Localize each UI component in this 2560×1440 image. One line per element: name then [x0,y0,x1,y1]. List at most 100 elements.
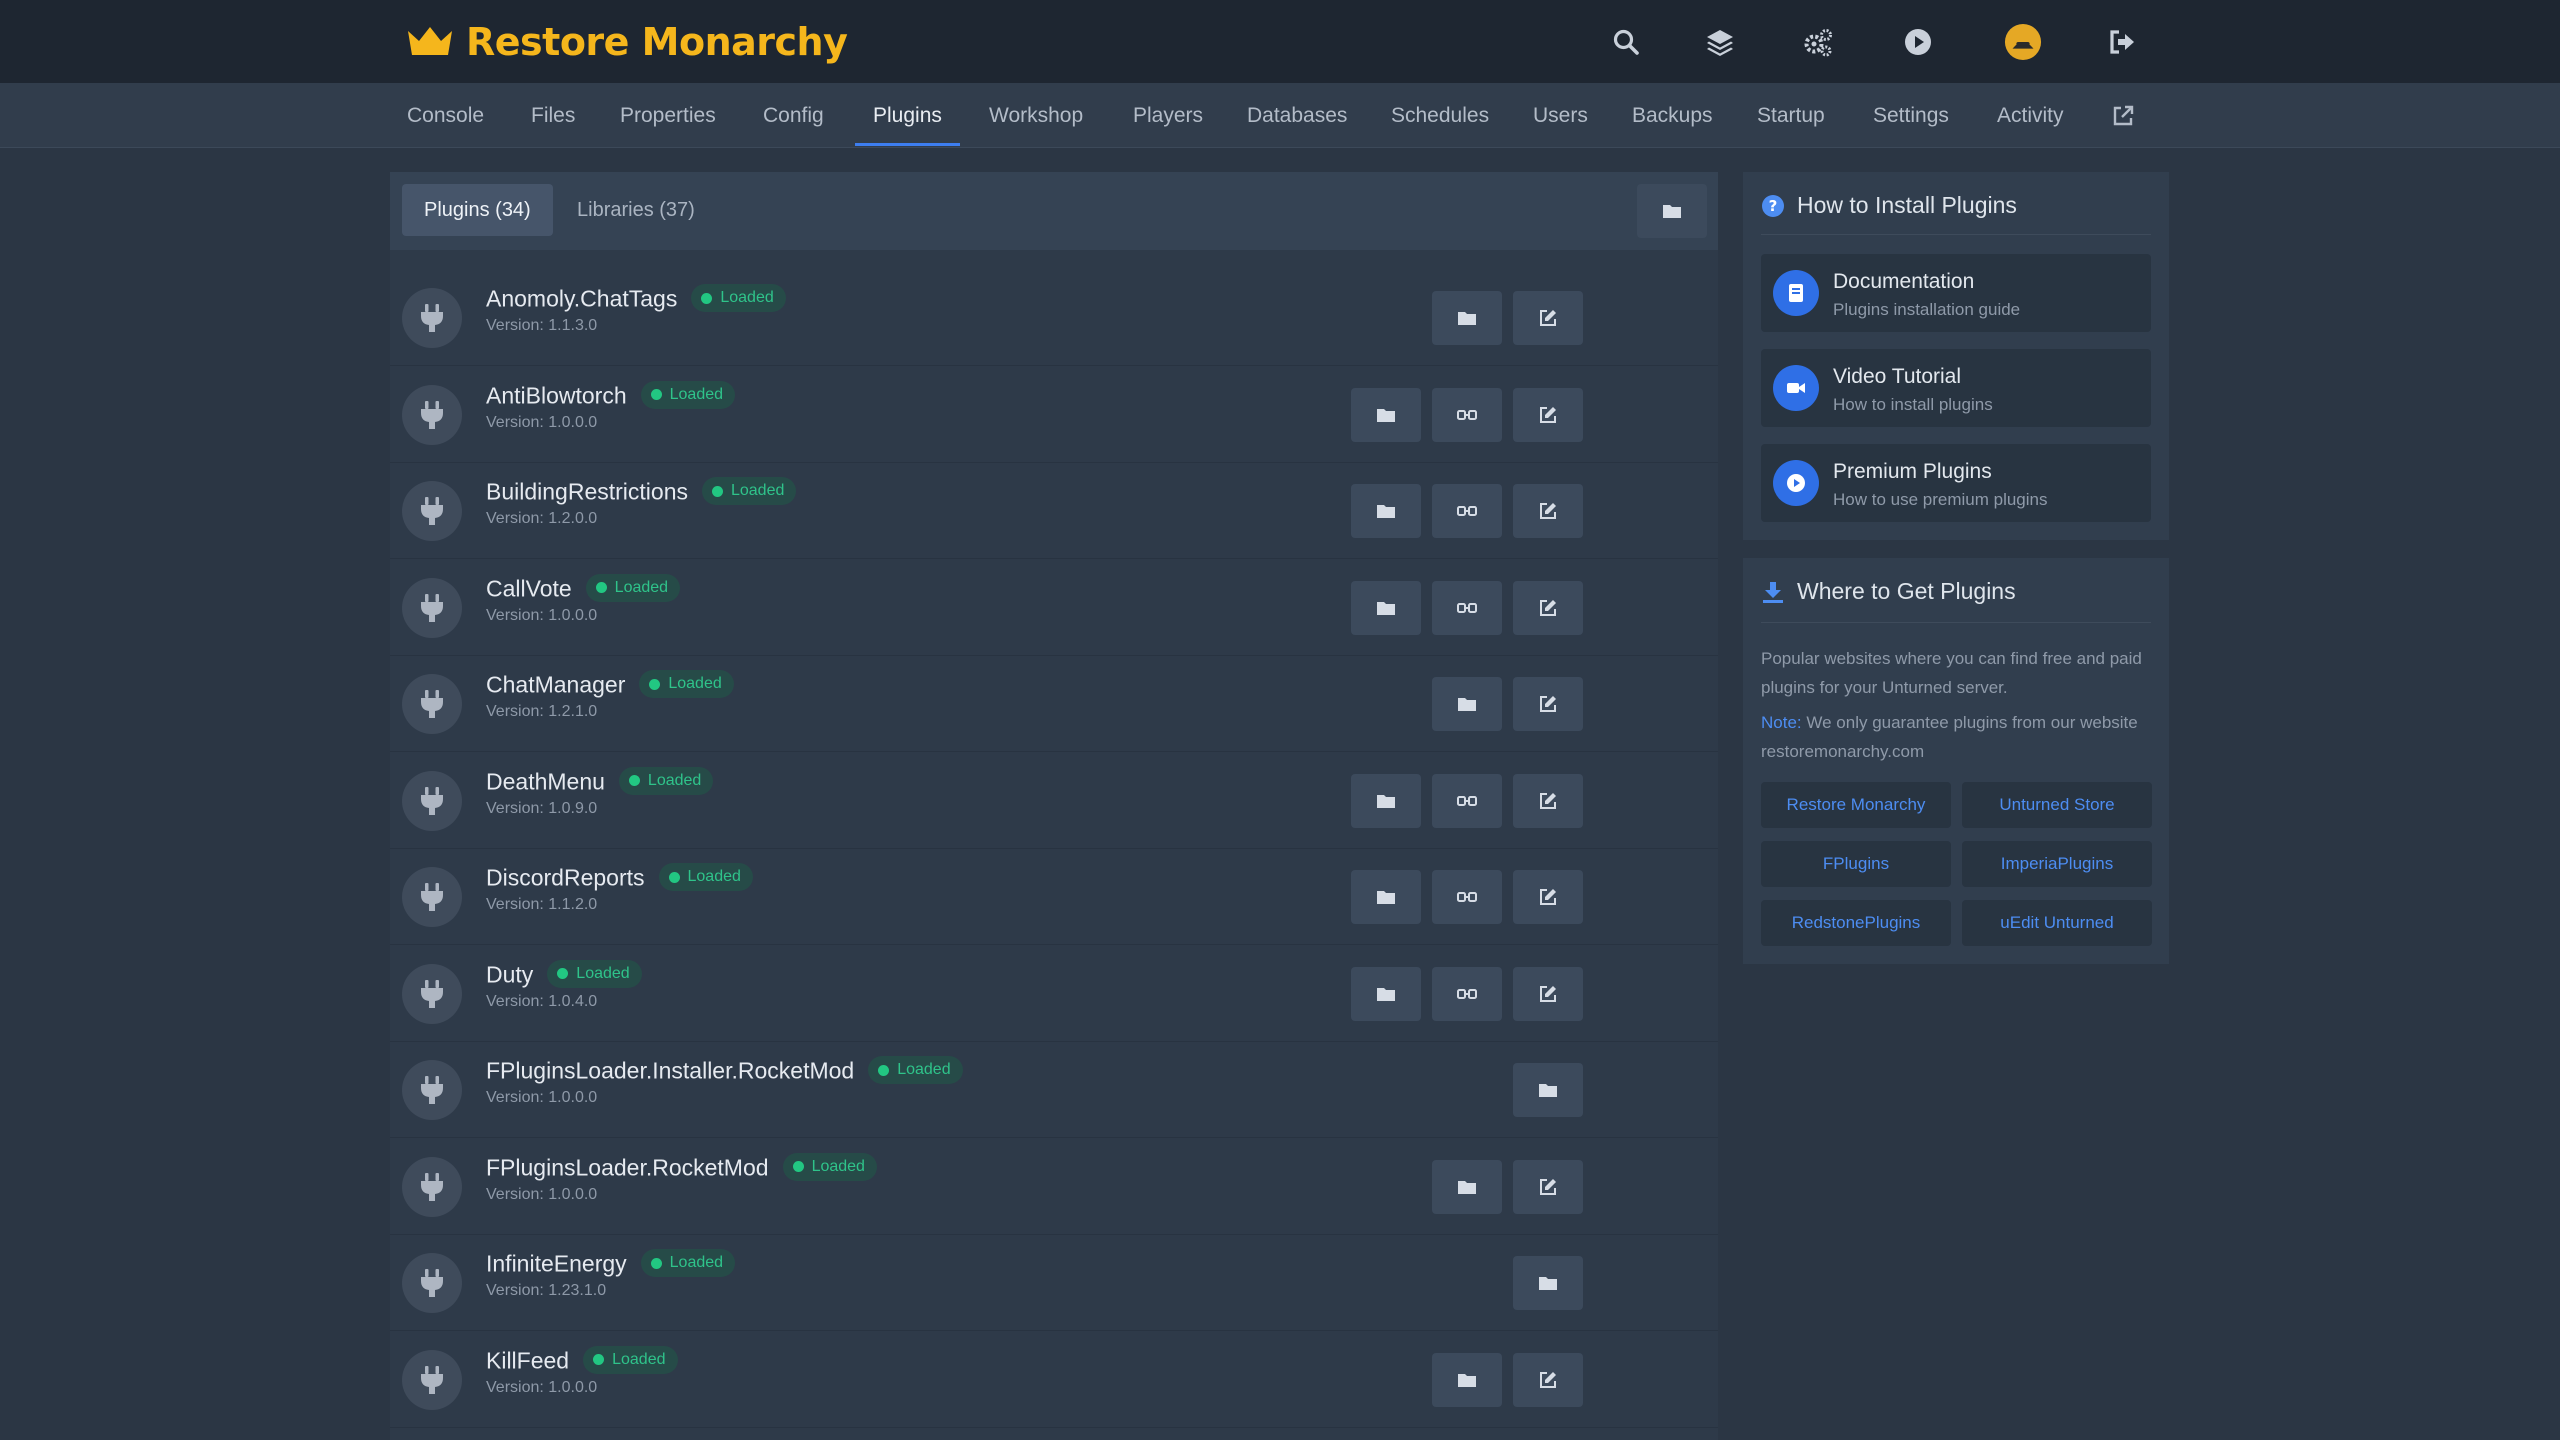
external-link-icon[interactable] [2111,104,2135,128]
nav-databases[interactable]: Databases [1247,83,1347,148]
status-badge: Loaded [618,766,714,795]
status-text: Loaded [811,1157,865,1175]
translation-button[interactable] [1432,484,1502,538]
open-plugins-folder-button[interactable] [1637,184,1707,238]
nav-config[interactable]: Config [763,83,824,148]
site-redstoneplugins-button[interactable]: RedstonePlugins [1761,900,1951,946]
status-badge: Loaded [658,863,753,891]
folder-icon [1539,1084,1557,1097]
folder-button[interactable] [1351,773,1421,828]
folder-button[interactable] [1432,291,1502,345]
folder-button[interactable] [1513,1256,1583,1310]
folder-button[interactable] [1351,484,1421,538]
plug-icon [402,288,462,348]
translation-button[interactable] [1432,966,1502,1021]
edit-button[interactable] [1513,1352,1583,1407]
edit-icon [1540,406,1556,423]
plugin-row: ChatManager Loaded Version: 1.2.1.0 [390,656,1718,752]
status-dot [593,1354,605,1365]
status-dot [595,582,607,593]
link-subtitle: How to install plugins [1833,395,1993,414]
folder-icon [1377,891,1395,904]
folder-button[interactable] [1351,870,1421,924]
edit-button[interactable] [1513,1159,1583,1214]
edit-button[interactable] [1513,484,1583,538]
site-restore-monarchy-button[interactable]: Restore Monarchy [1761,782,1951,828]
nav-plugins[interactable]: Plugins [873,83,942,148]
folder-button[interactable] [1513,1063,1583,1117]
plugin-name: FPluginsLoader.Installer.RocketMod Loaded [486,1056,963,1085]
edit-icon [1540,310,1556,326]
translation-button[interactable] [1432,580,1502,635]
nav-workshop[interactable]: Workshop [989,83,1083,148]
plugin-name-text: DeathMenu [486,768,605,794]
book-icon [1773,270,1819,316]
plug-icon [402,1156,462,1217]
nav-startup[interactable]: Startup [1757,83,1825,148]
avatar[interactable] [2003,22,2043,62]
translation-icon [1457,795,1477,806]
edit-button[interactable] [1513,870,1583,924]
plugin-version: Version: 1.0.0.0 [486,1378,598,1396]
folder-icon [1377,505,1395,518]
folder-button[interactable] [1351,966,1421,1021]
plugin-name: KillFeed Loaded [486,1345,678,1375]
nav-console[interactable]: Console [407,83,484,148]
folder-button[interactable] [1351,387,1421,442]
site-uedit-unturned-button[interactable]: uEdit Unturned [1962,900,2152,946]
translation-button[interactable] [1432,870,1502,924]
folder-button[interactable] [1432,1159,1502,1214]
video-icon [1773,365,1819,411]
folder-button[interactable] [1432,1352,1502,1407]
folder-button[interactable] [1432,677,1502,731]
plugin-name: DeathMenu Loaded [486,766,714,796]
site-imperiaplugins-button[interactable]: ImperiaPlugins [1962,841,2152,887]
folder-button[interactable] [1351,580,1421,635]
plugins-panel: Plugins (34) Libraries (37) Anomoly.Chat… [390,172,1718,1440]
documentation-link[interactable]: Documentation Plugins installation guide [1761,254,2151,332]
edit-button[interactable] [1513,966,1583,1021]
nav-properties[interactable]: Properties [620,83,716,148]
plugin-name: ChatManager Loaded [486,670,734,699]
layers-icon[interactable] [1702,24,1738,60]
nav-players[interactable]: Players [1133,83,1203,148]
cogs-icon[interactable] [1800,24,1836,60]
edit-button[interactable] [1513,580,1583,635]
play-icon[interactable] [1900,24,1936,60]
brand[interactable]: Restore Monarchy [406,18,848,66]
plugin-name: FPluginsLoader.RocketMod Loaded [486,1152,877,1182]
nav-files[interactable]: Files [531,83,575,148]
premium-plugins-link[interactable]: Premium Plugins How to use premium plugi… [1761,444,2151,522]
site-fplugins-button[interactable]: FPlugins [1761,841,1951,887]
plugin-name-text: Duty [486,961,534,987]
plugin-name: Anomoly.ChatTags Loaded [486,284,786,313]
translation-button[interactable] [1432,773,1502,828]
logout-icon[interactable] [2104,24,2140,60]
status-text: Loaded [897,1061,951,1078]
nav-schedules[interactable]: Schedules [1391,83,1489,148]
plugin-name-text: ChatManager [486,671,626,698]
edit-icon [1540,889,1556,905]
edit-button[interactable] [1513,677,1583,731]
edit-icon [1540,599,1556,616]
tab-plugins[interactable]: Plugins (34) [402,184,553,236]
edit-button[interactable] [1513,387,1583,442]
nav-activity[interactable]: Activity [1997,83,2064,148]
site-unturned-store-button[interactable]: Unturned Store [1962,782,2152,828]
plug-icon [402,1060,462,1120]
edit-button[interactable] [1513,773,1583,828]
tab-libraries[interactable]: Libraries (37) [555,184,717,236]
edit-icon [1540,503,1556,519]
search-icon[interactable] [1608,24,1644,60]
nav-settings[interactable]: Settings [1873,83,1949,148]
status-dot [878,1064,890,1076]
edit-button[interactable] [1513,291,1583,345]
nav-users[interactable]: Users [1533,83,1588,148]
install-card-title-text: How to Install Plugins [1797,192,2017,218]
nav-backups[interactable]: Backups [1632,83,1713,148]
video-tutorial-link[interactable]: Video Tutorial How to install plugins [1761,349,2151,427]
status-badge: Loaded [691,284,786,312]
translation-button[interactable] [1432,387,1502,442]
plugin-row: FPluginsLoader.RocketMod Loaded Version: 1… [390,1139,1718,1235]
plugin-name-text: FPluginsLoader.RocketMod [486,1154,769,1180]
